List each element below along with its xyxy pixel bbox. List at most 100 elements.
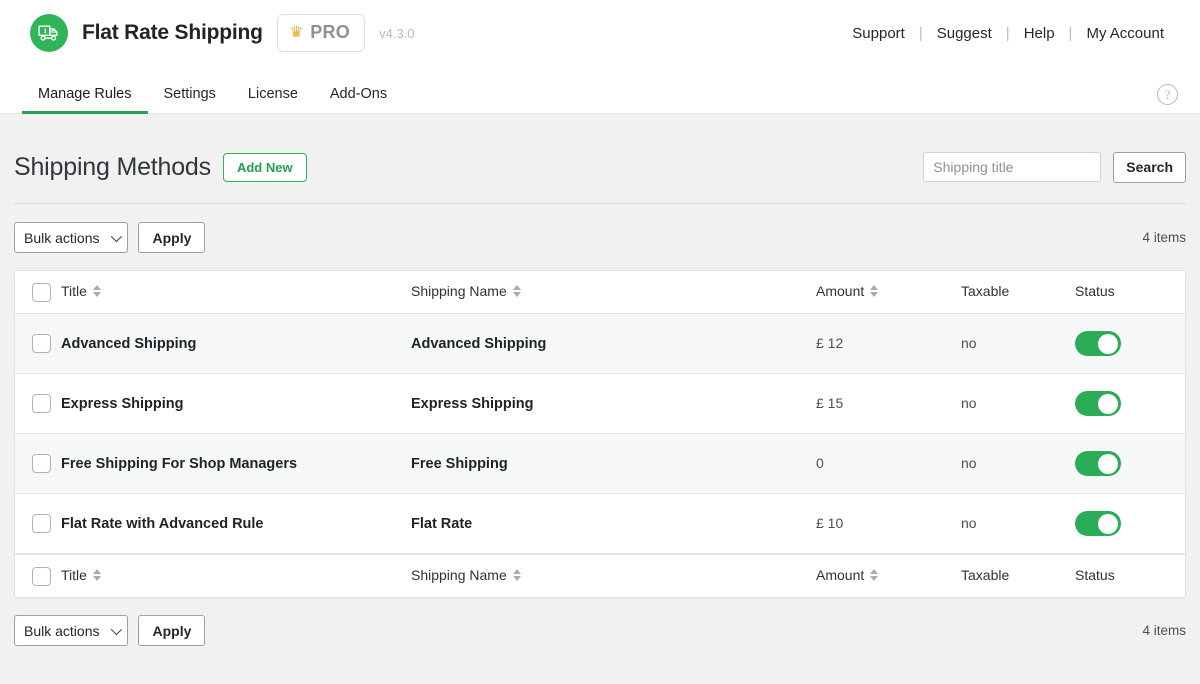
header-link-support[interactable]: Support <box>838 25 919 42</box>
chevron-down-icon <box>111 230 123 242</box>
plugin-header: Flat Rate Shipping ♛ PRO v4.3.0 Support … <box>0 0 1200 114</box>
column-header-taxable-label: Taxable <box>961 283 1010 299</box>
sort-arrows-icon[interactable] <box>92 285 101 297</box>
header-links: Support | Suggest | Help | My Account <box>838 25 1178 42</box>
column-header-amount-label: Amount <box>816 283 865 299</box>
row-title: Free Shipping For Shop Managers <box>61 455 298 472</box>
select-all-cell-top <box>15 282 61 302</box>
column-header-status: Status <box>1075 283 1185 301</box>
column-footer-title[interactable]: Title <box>61 567 411 585</box>
row-select-cell <box>15 334 61 353</box>
search-area: Search <box>923 151 1186 183</box>
tab-add-ons[interactable]: Add-Ons <box>314 86 403 114</box>
column-footer-amount-label: Amount <box>816 567 865 583</box>
row-select-cell <box>15 394 61 413</box>
sort-arrows-icon[interactable] <box>512 569 521 581</box>
tab-settings[interactable]: Settings <box>148 86 232 114</box>
shipping-methods-table: Title Shipping Name Amount Taxable Statu… <box>14 270 1186 598</box>
sort-arrows-icon[interactable] <box>512 285 521 297</box>
row-checkbox[interactable] <box>32 334 51 353</box>
table-header-row: Title Shipping Name Amount Taxable Statu… <box>15 271 1185 314</box>
row-status-toggle[interactable] <box>1075 331 1121 356</box>
row-checkbox[interactable] <box>32 394 51 413</box>
pro-badge-label: PRO <box>310 22 351 42</box>
table-footer-row: Title Shipping Name Amount Taxable Statu… <box>15 554 1185 597</box>
bulk-actions-row-top: Bulk actions Apply 4 items <box>14 204 1186 270</box>
delivery-truck-dollar-icon <box>30 14 68 52</box>
column-header-title[interactable]: Title <box>61 283 411 301</box>
item-count-top: 4 items <box>1142 230 1186 245</box>
row-status-toggle[interactable] <box>1075 511 1121 536</box>
column-header-title-label: Title <box>61 283 87 299</box>
row-title: Flat Rate with Advanced Rule <box>61 515 264 532</box>
table-row[interactable]: Advanced Shipping Advanced Shipping £ 12… <box>15 314 1185 374</box>
row-select-cell <box>15 514 61 533</box>
item-count-bottom: 4 items <box>1142 623 1186 638</box>
page-body: Shipping Methods Add New Search Bulk act… <box>0 114 1200 646</box>
page-title-row: Shipping Methods Add New Search <box>14 114 1186 190</box>
row-shipping-name: Express Shipping <box>411 395 534 412</box>
row-checkbox[interactable] <box>32 454 51 473</box>
column-footer-title-label: Title <box>61 567 87 583</box>
row-taxable: no <box>961 394 977 411</box>
column-footer-taxable: Taxable <box>961 567 1075 585</box>
select-all-cell-bottom <box>15 566 61 586</box>
bulk-actions-select-bottom[interactable]: Bulk actions <box>14 615 129 646</box>
column-header-shipping-name[interactable]: Shipping Name <box>411 283 816 301</box>
row-amount: £ 15 <box>816 394 844 411</box>
select-all-checkbox-bottom[interactable] <box>32 566 51 586</box>
row-checkbox[interactable] <box>32 514 51 533</box>
row-taxable: no <box>961 334 977 351</box>
row-select-cell <box>15 454 61 473</box>
add-new-button[interactable]: Add New <box>222 152 307 182</box>
help-circle-icon[interactable]: ? <box>1157 84 1178 105</box>
table-row[interactable]: Free Shipping For Shop Managers Free Shi… <box>15 434 1185 494</box>
row-shipping-name: Flat Rate <box>411 515 473 532</box>
table-row[interactable]: Flat Rate with Advanced Rule Flat Rate £… <box>15 494 1185 554</box>
row-shipping-name: Free Shipping <box>411 455 508 472</box>
row-taxable: no <box>961 454 977 471</box>
apply-button-bottom[interactable]: Apply <box>138 615 206 646</box>
tab-manage-rules[interactable]: Manage Rules <box>22 86 148 114</box>
pro-badge[interactable]: ♛ PRO <box>276 14 366 52</box>
column-footer-status: Status <box>1075 567 1185 585</box>
header-link-help[interactable]: Help <box>1010 25 1069 42</box>
row-amount: 0 <box>816 454 824 471</box>
search-input[interactable] <box>923 152 1102 182</box>
column-header-taxable: Taxable <box>961 283 1075 301</box>
row-shipping-name: Advanced Shipping <box>411 335 547 352</box>
bulk-actions-select-top[interactable]: Bulk actions <box>14 222 129 253</box>
tab-bar: Manage Rules Settings License Add-Ons ? <box>0 66 1200 114</box>
row-status-toggle[interactable] <box>1075 451 1121 476</box>
plugin-header-top: Flat Rate Shipping ♛ PRO v4.3.0 Support … <box>0 0 1200 66</box>
sort-arrows-icon[interactable] <box>870 569 879 581</box>
brand-title: Flat Rate Shipping <box>82 21 263 44</box>
tab-license[interactable]: License <box>232 86 314 114</box>
apply-button-top[interactable]: Apply <box>138 222 206 253</box>
header-link-my-account[interactable]: My Account <box>1072 25 1178 42</box>
sort-arrows-icon[interactable] <box>92 569 101 581</box>
search-button[interactable]: Search <box>1113 151 1186 183</box>
column-footer-shipping-name[interactable]: Shipping Name <box>411 567 816 585</box>
column-header-shipping-name-label: Shipping Name <box>411 283 507 299</box>
select-all-checkbox-top[interactable] <box>32 282 51 302</box>
row-amount: £ 12 <box>816 334 844 351</box>
column-header-status-label: Status <box>1075 283 1115 299</box>
column-header-amount[interactable]: Amount <box>816 283 961 301</box>
column-footer-status-label: Status <box>1075 567 1115 583</box>
row-title: Advanced Shipping <box>61 335 197 352</box>
header-link-suggest[interactable]: Suggest <box>923 25 1006 42</box>
table-row[interactable]: Express Shipping Express Shipping £ 15 n… <box>15 374 1185 434</box>
chevron-down-icon <box>111 623 123 635</box>
row-title: Express Shipping <box>61 395 184 412</box>
sort-arrows-icon[interactable] <box>870 285 879 297</box>
row-status-toggle[interactable] <box>1075 391 1121 416</box>
column-footer-taxable-label: Taxable <box>961 567 1010 583</box>
version-label: v4.3.0 <box>379 25 415 41</box>
column-footer-amount[interactable]: Amount <box>816 567 961 585</box>
row-taxable: no <box>961 514 977 531</box>
crown-icon: ♛ <box>289 24 304 41</box>
column-footer-shipping-name-label: Shipping Name <box>411 567 507 583</box>
row-amount: £ 10 <box>816 514 844 531</box>
page-title: Shipping Methods <box>14 152 211 181</box>
